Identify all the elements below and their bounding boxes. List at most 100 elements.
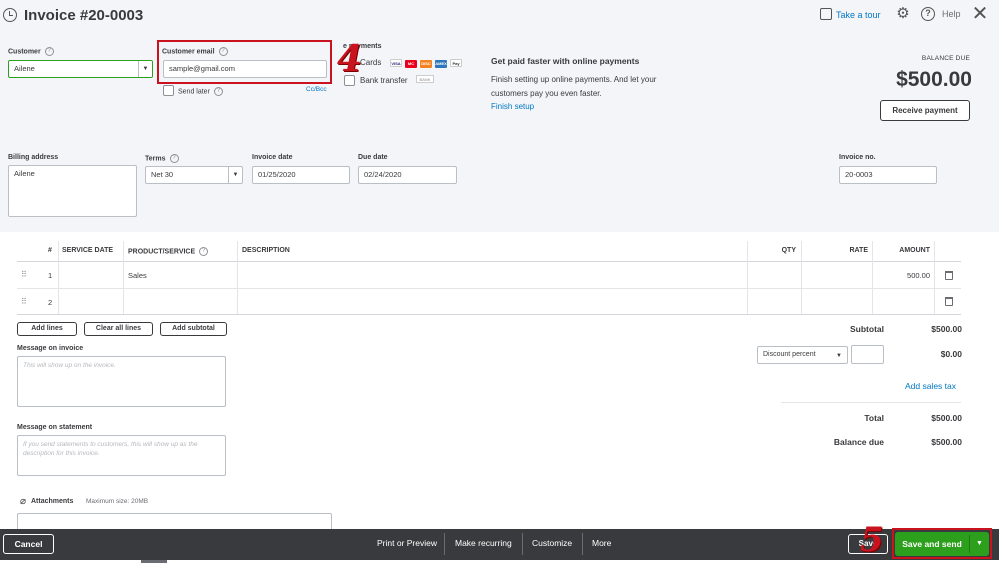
balance-due-amount: $500.00 <box>896 68 972 91</box>
promo-title: Get paid faster with online payments <box>491 56 640 66</box>
email-field[interactable]: sample@gmail.com <box>163 60 327 78</box>
invoice-date-field[interactable]: 01/25/2020 <box>252 166 350 184</box>
col-header-amount: AMOUNT <box>899 247 930 254</box>
mastercard-icon: MC <box>405 60 417 68</box>
print-preview-button[interactable]: Print or Preview <box>377 538 437 548</box>
billing-address-value: Ailene <box>14 169 35 178</box>
send-later-label: Send later? <box>178 87 223 96</box>
promo-text: Finish setting up online payments. And l… <box>491 75 657 98</box>
attachments-label: Attachments <box>31 498 74 505</box>
chevron-down-icon[interactable]: ▼ <box>138 61 152 77</box>
receive-payment-button[interactable]: Receive payment <box>880 100 970 121</box>
add-sales-tax-link[interactable]: Add sales tax <box>880 381 956 391</box>
drag-handle-icon[interactable]: ⠿ <box>21 297 27 306</box>
billing-address-field[interactable]: Ailene <box>8 165 137 217</box>
col-header-number: # <box>48 247 52 254</box>
add-lines-button[interactable]: Add lines <box>17 322 77 336</box>
add-subtotal-button[interactable]: Add subtotal <box>160 322 227 336</box>
customer-email-label: Customer email? <box>162 47 228 56</box>
step-4-annotation: 4 <box>337 38 363 80</box>
message-statement-textarea[interactable]: If you send statements to customers, thi… <box>17 435 226 476</box>
terms-value: Net 30 <box>151 170 174 179</box>
horizontal-scrollbar[interactable] <box>141 560 167 563</box>
footer-separator <box>522 533 523 555</box>
message-statement-label: Message on statement <box>17 424 93 431</box>
total-label: Total <box>864 413 884 423</box>
close-icon[interactable]: ✕ <box>971 4 989 24</box>
clear-all-lines-button[interactable]: Clear all lines <box>84 322 153 336</box>
billing-address-label: Billing address <box>8 154 59 161</box>
save-and-send-button[interactable]: Save and send ▼ <box>895 532 989 556</box>
invoice-no-label: Invoice no. <box>839 154 876 161</box>
balance-due-total-label: Balance due <box>833 437 884 447</box>
history-icon[interactable] <box>3 8 17 22</box>
send-later-checkbox[interactable] <box>163 85 174 96</box>
message-invoice-label: Message on invoice <box>17 345 84 352</box>
attachments-max-size: Maximum size: 20MB <box>86 498 149 505</box>
customer-value: Ailene <box>14 64 35 73</box>
chevron-down-icon[interactable]: ▼ <box>228 167 242 183</box>
customer-select[interactable]: Ailene ▼ <box>8 60 153 78</box>
gear-icon[interactable]: ⚙ <box>895 6 911 22</box>
card-brand-icons: VISA MC DISC AMEX Pay <box>390 58 465 68</box>
discount-amount: $0.00 <box>940 349 962 359</box>
invoice-date-label: Invoice date <box>252 154 293 161</box>
amex-icon: AMEX <box>435 60 447 68</box>
col-header-product: PRODUCT/SERVICE? <box>128 247 209 256</box>
terms-label: Terms? <box>145 154 179 163</box>
terms-select[interactable]: Net 30 ▼ <box>145 166 243 184</box>
subtotal-label: Subtotal <box>850 324 884 334</box>
take-tour-link[interactable]: Take a tour <box>836 10 881 20</box>
make-recurring-button[interactable]: Make recurring <box>455 538 512 548</box>
finish-setup-link[interactable]: Finish setup <box>491 102 534 111</box>
cancel-button[interactable]: Cancel <box>3 534 54 554</box>
table-divider <box>17 314 961 315</box>
table-row[interactable]: ⠿ 2 <box>17 289 961 314</box>
col-header-qty: QTY <box>781 247 796 254</box>
discount-value-field[interactable] <box>851 345 884 364</box>
cards-label: Cards <box>360 58 382 67</box>
due-date-value: 02/24/2020 <box>364 170 402 179</box>
invoice-date-value: 01/25/2020 <box>258 170 296 179</box>
footer-separator <box>444 533 445 555</box>
save-and-send-label[interactable]: Save and send <box>895 532 969 556</box>
invoice-no-field[interactable]: 20-0003 <box>839 166 937 184</box>
help-circle-icon: ? <box>169 154 179 163</box>
email-value: sample@gmail.com <box>169 64 235 73</box>
row-product[interactable]: Sales <box>128 271 147 280</box>
tour-icon[interactable] <box>820 8 832 20</box>
customize-button[interactable]: Customize <box>532 538 572 548</box>
row-number: 1 <box>48 271 53 280</box>
help-link[interactable]: Help <box>942 9 961 19</box>
bank-transfer-label: Bank transfer <box>360 76 408 85</box>
drag-handle-icon[interactable]: ⠿ <box>21 270 27 279</box>
discount-type-select[interactable]: Discount percent ▼ <box>757 346 848 364</box>
row-amount[interactable]: 500.00 <box>880 271 930 280</box>
message-invoice-textarea[interactable]: This will show up on the invoice. <box>17 356 226 407</box>
cc-bcc-link[interactable]: Cc/Bcc <box>306 86 327 93</box>
subtotal-value: $500.00 <box>931 324 962 334</box>
col-header-service-date: SERVICE DATE <box>62 247 114 254</box>
due-date-field[interactable]: 02/24/2020 <box>358 166 457 184</box>
table-row[interactable]: ⠿ 1 Sales 500.00 <box>17 262 961 288</box>
trash-icon[interactable] <box>945 297 953 306</box>
chevron-down-icon[interactable]: ▼ <box>970 532 989 556</box>
attachment-dropzone[interactable] <box>17 513 332 529</box>
trash-icon[interactable] <box>945 271 953 280</box>
more-button[interactable]: More <box>592 538 611 548</box>
page-title: Invoice #20-0003 <box>24 7 144 24</box>
help-icon[interactable]: ? <box>921 7 935 21</box>
discover-icon: DISC <box>420 60 432 68</box>
apple-pay-icon: Pay <box>450 59 462 67</box>
help-circle-icon: ? <box>44 47 54 56</box>
balance-due-label: BALANCE DUE <box>921 55 970 62</box>
invoice-no-value: 20-0003 <box>845 170 873 179</box>
col-header-rate: RATE <box>849 247 868 254</box>
footer-separator <box>582 533 583 555</box>
paperclip-icon: ⌀ <box>20 496 27 507</box>
col-header-description: DESCRIPTION <box>242 247 290 254</box>
customer-label: Customer? <box>8 47 54 56</box>
invoice-header-panel <box>0 0 999 232</box>
help-circle-icon: ? <box>218 47 228 56</box>
totals-divider <box>781 402 961 403</box>
